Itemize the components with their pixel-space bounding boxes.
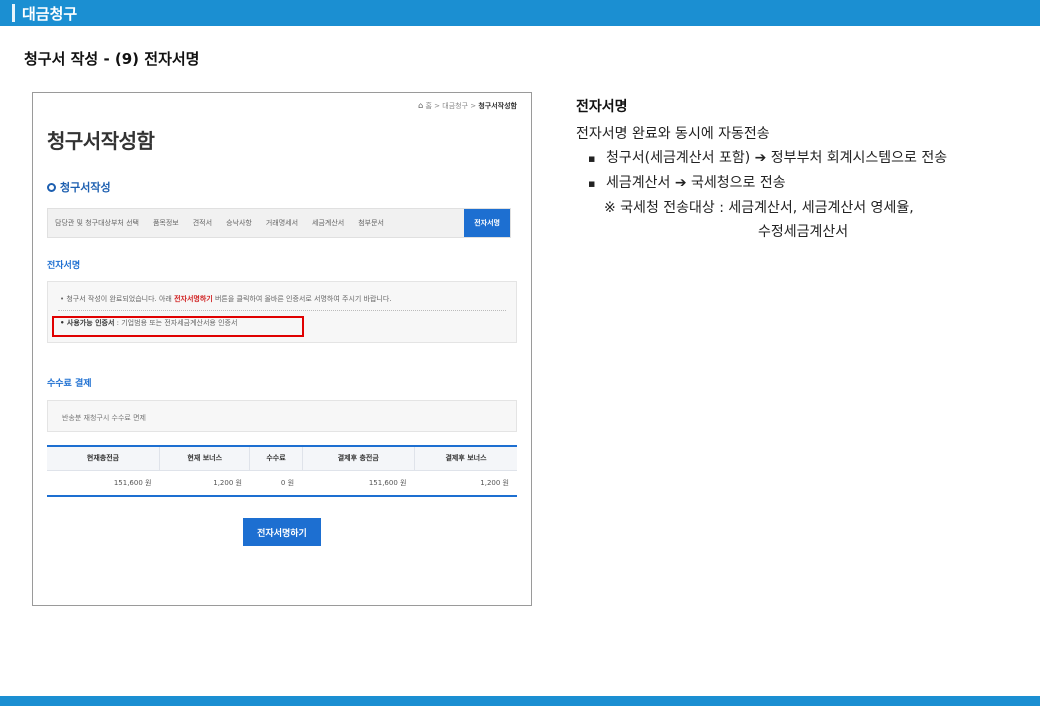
- tab-statement[interactable]: 거래명세서: [259, 209, 305, 237]
- fee-table: 현재충전금 현재 보너스 수수료 결제후 충전금 결제후 보너스 151,600…: [47, 445, 517, 497]
- fee-heading: 수수료 결제: [47, 379, 92, 389]
- divider: [58, 310, 506, 311]
- page-title: 청구서작성함: [47, 129, 155, 153]
- table-row: 151,600 원 1,200 원 0 원 151,600 원 1,200 원: [47, 470, 517, 497]
- explanation-panel: 전자서명 전자서명 완료와 동시에 자동전송 청구서(세금계산서 포함) ➔ 정…: [576, 96, 1026, 244]
- explanation-bullet: 세금계산서 ➔ 국세청으로 전송: [576, 171, 1026, 196]
- tab-tax-invoice[interactable]: 세금계산서: [305, 209, 351, 237]
- tab-attachments[interactable]: 첨부문서: [351, 209, 391, 237]
- section-title-text: 청구서작성: [60, 181, 111, 194]
- col-fee: 수수료: [249, 446, 303, 471]
- col-after-bonus: 결제후 보너스: [413, 446, 517, 471]
- explanation-note: ※ 국세청 전송대상 : 세금계산서, 세금계산서 영세율,: [604, 200, 914, 216]
- screenshot-panel: ⌂ 홈 > 대금청구 > 청구서작성함 청구서작성함 청구서작성 담당관 및 청…: [32, 92, 532, 606]
- notice-line: • 청구서 작성이 완료되었습니다. 아래 전자서명하기 버튼을 클릭하여 올바…: [60, 295, 392, 303]
- home-icon[interactable]: ⌂: [418, 101, 423, 110]
- col-after-balance: 결제후 충전금: [301, 446, 415, 471]
- tab-e-signature[interactable]: 전자서명: [464, 209, 510, 237]
- e-signature-button[interactable]: 전자서명하기: [243, 518, 321, 546]
- explanation-note: 수정세금계산서: [758, 224, 849, 240]
- col-current-balance: 현재충전금: [47, 446, 160, 471]
- breadcrumb-home[interactable]: 홈: [425, 102, 431, 110]
- step-tabs: 담당관 및 청구대상부처 선택 품목정보 견적서 승낙사항 거래명세서 세금계산…: [47, 208, 511, 238]
- title-bar: 대금청구: [0, 0, 1040, 26]
- breadcrumb-parent[interactable]: 대금청구: [442, 102, 468, 110]
- breadcrumb-current: 청구서작성함: [478, 102, 517, 110]
- tab-item-info[interactable]: 품목정보: [146, 209, 186, 237]
- explanation-bullet: 청구서(세금계산서 포함) ➔ 정부부처 회계시스템으로 전송: [576, 146, 1026, 171]
- slide-subtitle: 청구서 작성 - (9) 전자서명: [24, 50, 200, 68]
- slide-title: 대금청구: [22, 5, 78, 23]
- cell-current-bonus: 1,200 원: [159, 470, 250, 497]
- tab-acceptance[interactable]: 승낙사항: [219, 209, 259, 237]
- explanation-heading: 전자서명: [576, 99, 628, 115]
- highlight-box: [52, 316, 304, 337]
- footer-bar: [0, 696, 1040, 706]
- tab-estimate[interactable]: 견적서: [186, 209, 219, 237]
- title-accent: [12, 4, 15, 22]
- breadcrumb: ⌂ 홈 > 대금청구 > 청구서작성함: [418, 101, 517, 110]
- circle-icon: [47, 182, 56, 192]
- section-title: 청구서작성: [47, 179, 111, 195]
- tab-officer-select[interactable]: 담당관 및 청구대상부처 선택: [48, 209, 146, 237]
- cell-after-bonus: 1,200 원: [414, 470, 517, 497]
- explanation-line: 전자서명 완료와 동시에 자동전송: [576, 126, 770, 142]
- cell-fee: 0 원: [249, 470, 303, 497]
- cell-current-balance: 151,600 원: [47, 470, 160, 497]
- signature-heading: 전자서명: [47, 261, 81, 271]
- col-current-bonus: 현재 보너스: [158, 446, 250, 471]
- fee-note: 반송분 재청구시 수수료 면제: [47, 400, 517, 432]
- notice-highlight: 전자서명하기: [174, 295, 213, 303]
- cell-after-balance: 151,600 원: [302, 470, 415, 497]
